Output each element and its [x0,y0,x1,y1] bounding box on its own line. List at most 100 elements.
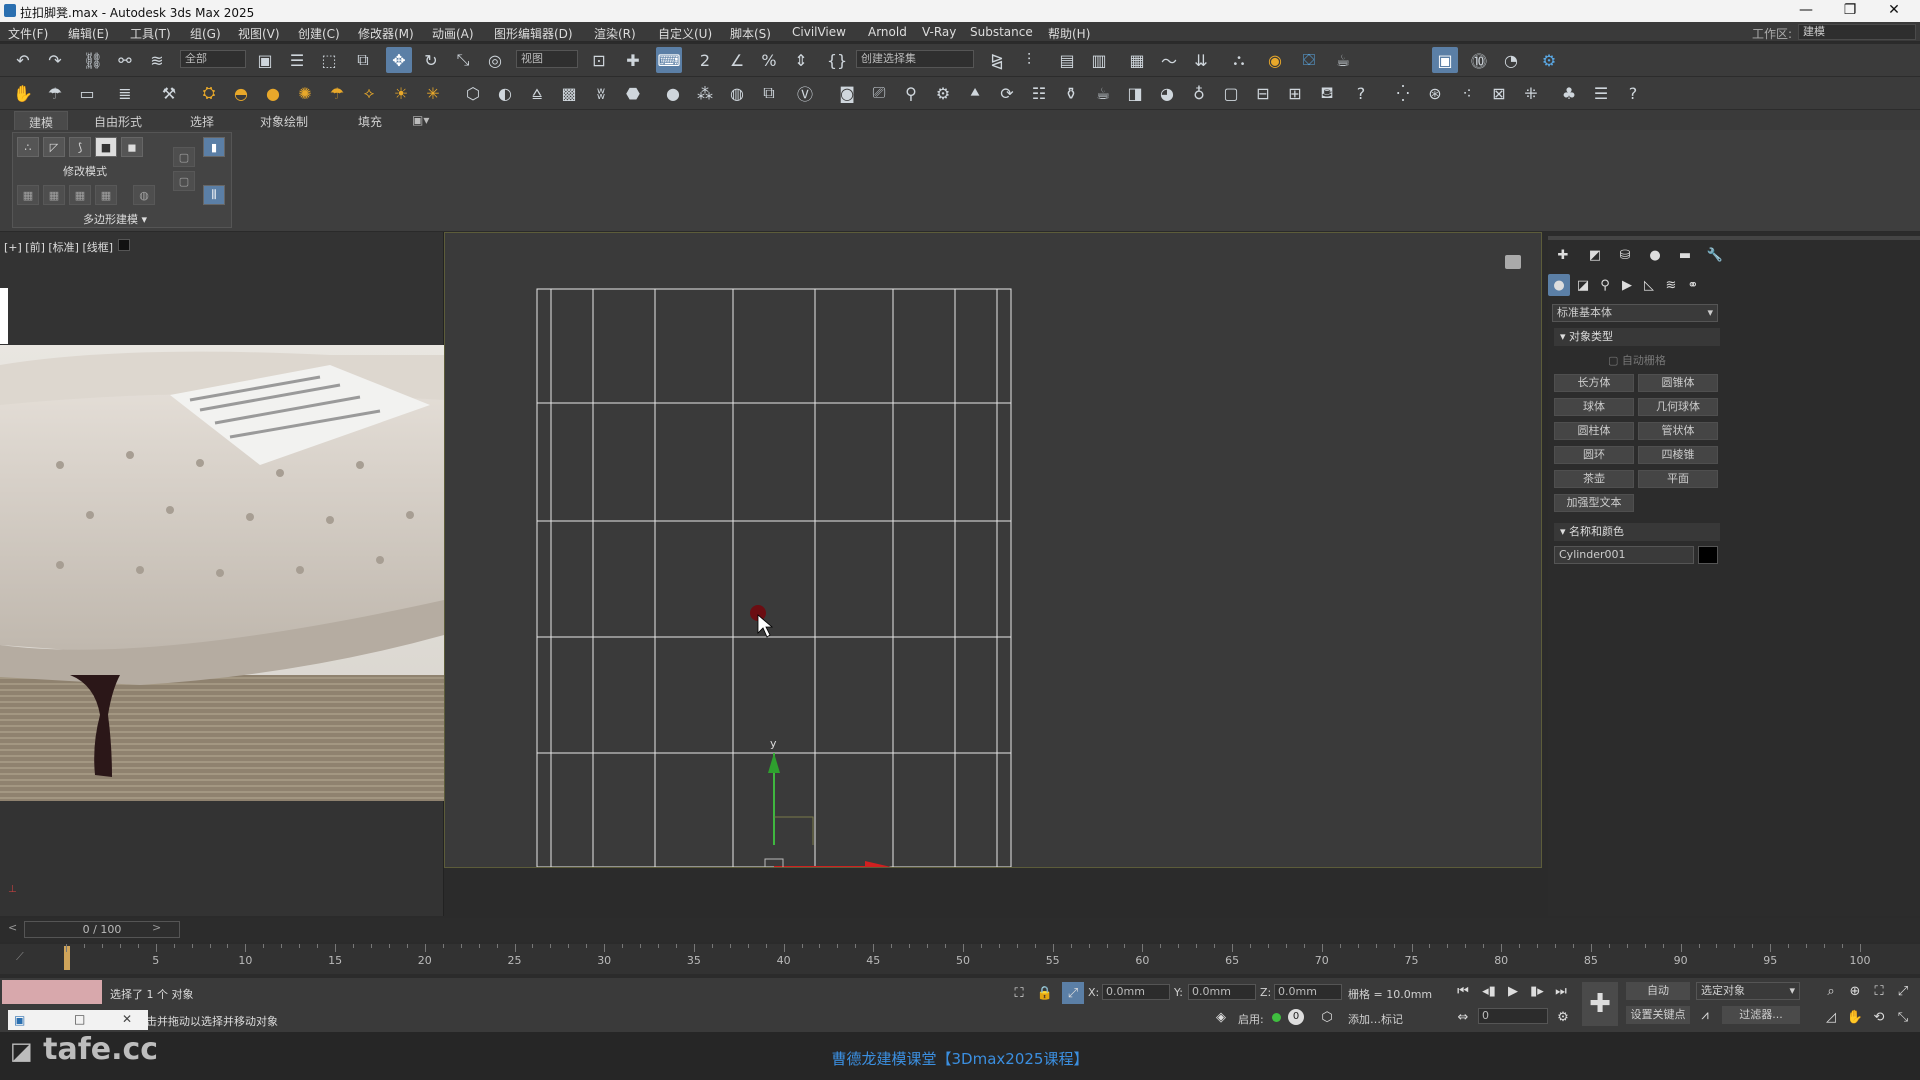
physical-camera-icon[interactable]: ⎚ [866,80,892,106]
fur-icon[interactable]: ʬ [588,80,614,106]
menu-modifiers[interactable]: 修改器(M) [358,25,414,42]
vray-icon[interactable]: ⚙ [1536,47,1562,73]
geosphere-button[interactable]: 几何球体 [1638,398,1718,416]
maximize-viewport-icon[interactable]: ⤡ [1892,1006,1914,1028]
ambient-light-icon[interactable]: ⟡ [356,80,382,106]
vertex-icon[interactable]: ∴ [17,137,39,157]
taskbar-preview[interactable]: ▣ □ ✕ [8,1010,148,1030]
ref-coord-select[interactable]: 视图 [516,50,578,68]
shapes-icon[interactable]: ◪ [1572,274,1594,296]
camera-icon[interactable]: ◙ [834,80,860,106]
rotate-icon[interactable]: ↻ [418,47,444,73]
element-icon[interactable]: ◼ [121,137,143,157]
autogrid-checkbox[interactable]: ▢ 自动栅格 [1608,352,1666,368]
play-icon[interactable]: ▶ [1502,980,1524,1002]
orbit-icon[interactable]: ⊛ [1422,80,1448,106]
gear-icon[interactable]: ⚙ [930,80,956,106]
bulb-icon[interactable]: ⚲ [898,80,924,106]
forest-icon[interactable]: ♣ [1556,80,1582,106]
curve-toggle-icon[interactable]: ⟋ [16,950,24,964]
zoom-icon[interactable]: ⌕ [1820,980,1842,1002]
keyboard-shortcut-icon[interactable]: ⌨ [656,47,682,73]
timer-icon[interactable]: ◔ [1498,47,1524,73]
zero-toggle-icon[interactable]: 0 [1288,1009,1304,1025]
collapse-icon[interactable]: ▦ [43,185,65,205]
key-filter-select[interactable]: 选定对象 ▾ [1696,982,1800,1000]
tag-icon[interactable]: ⬡ [1316,1006,1338,1028]
detach-icon[interactable]: ▦ [69,185,91,205]
tool-icon[interactable]: ⚒ [156,80,182,106]
sky-icon[interactable]: ✳ [420,80,446,106]
gizmo-plane-handle[interactable] [764,858,784,878]
attach-icon[interactable]: ▦ [95,185,117,205]
menu-tools[interactable]: 工具(T) [130,25,171,42]
go-start-icon[interactable]: ⏮ [1452,980,1474,1002]
maxscript-listener[interactable] [2,980,102,1004]
scale-icon[interactable]: ⤡ [450,47,476,73]
key-tangent-icon[interactable]: ⩘ [1694,1004,1716,1026]
orbit-view-icon[interactable]: ⟲ [1868,1006,1890,1028]
window-crossing-icon[interactable]: ⧉ [350,47,376,73]
ribbon-options-icon[interactable]: ▣▾ [412,113,429,127]
explode-icon[interactable]: ⊠ [1486,80,1512,106]
tree-icon[interactable]: ⯅ [962,80,988,106]
pivot-icon[interactable]: ⊡ [586,47,612,73]
select-by-name-icon[interactable]: ☰ [284,47,310,73]
object-name-input[interactable]: Cylinder001 [1554,546,1694,564]
current-frame-input[interactable]: 0 [1478,1008,1548,1024]
ribbon-toggle-icon[interactable]: ▦ [1124,47,1150,73]
utilities-tab-icon[interactable]: 🔧 [1704,244,1726,266]
isolate-icon[interactable]: ⛶ [1008,982,1030,1004]
border-icon[interactable]: ⟆ [69,137,91,157]
selection-filter-select[interactable]: 全部 [180,50,246,68]
unlink-icon[interactable]: ⚯ [112,47,138,73]
go-end-icon[interactable]: ⏭ [1550,980,1572,1002]
filters-button[interactable]: 过滤器... [1722,1006,1800,1024]
link-icon[interactable]: ⛓ [80,47,106,73]
lock-icon[interactable]: 🔒 [1034,982,1056,1004]
teapot-icon[interactable]: ☕ [1090,80,1116,106]
poly-modeling-dropdown[interactable]: 多边形建模 ▾ [83,211,147,227]
time-config-icon[interactable]: ⚙ [1552,1006,1574,1028]
group-icon[interactable]: ⁖ [1454,80,1480,106]
key-mode-icon[interactable]: ⇔ [1452,1006,1474,1028]
menu-animation[interactable]: 动画(A) [432,25,474,42]
box-icon[interactable]: ▭ [74,80,100,106]
enable-indicator[interactable] [1272,1013,1281,1022]
bind-spacewarp-icon[interactable]: ≋ [144,47,170,73]
pan-icon[interactable]: ✋ [1844,1006,1866,1028]
v-logo-icon[interactable]: Ⓥ [792,80,818,106]
mirror-icon[interactable]: ⧎ [984,47,1010,73]
name-color-rollout[interactable]: ▾ 名称和颜色 [1554,523,1720,541]
lights-icon[interactable]: ⚲ [1594,274,1616,296]
minimize-button[interactable]: — [1786,2,1826,18]
menu-vray[interactable]: V-Ray [922,25,956,39]
absolute-mode-icon[interactable]: ⤢ [1062,982,1084,1004]
display-tab-icon[interactable]: ▬ [1674,244,1696,266]
layer-list-icon[interactable]: ≣ [112,80,138,106]
render-frame-icon[interactable]: ☕ [1330,47,1356,73]
counter-icon[interactable]: ⓾ [1466,47,1492,73]
zoom-all-icon[interactable]: ⊕ [1844,980,1866,1002]
modify-tab-icon[interactable]: ◩ [1584,244,1606,266]
tab-object-paint[interactable]: 对象绘制 [260,113,308,130]
fov-icon[interactable]: ◿ [1820,1006,1842,1028]
close-button[interactable]: ✕ [1874,2,1914,18]
named-selection-select[interactable]: 创建选择集 [856,50,974,68]
next-frame-icon[interactable]: ▮▸ [1526,980,1548,1002]
stack-icon[interactable]: ⫼ [203,185,225,205]
align-icon[interactable]: ⫶ [1016,47,1042,73]
tube-button[interactable]: 管状体 [1638,422,1718,440]
list-icon[interactable]: ☷ [1026,80,1052,106]
multi-material-icon[interactable]: ⁂ [692,80,718,106]
copy-icon[interactable]: ▢ [173,147,195,167]
tab-selection[interactable]: 选择 [190,113,214,130]
grid-icon[interactable]: ⊞ [1282,80,1308,106]
teapot2-icon[interactable]: ⛾ [1314,80,1340,106]
scatter-icon[interactable]: ⁛ [1390,80,1416,106]
cylinder-button[interactable]: 圆柱体 [1554,422,1634,440]
palette-icon[interactable]: ◕ [1154,80,1180,106]
help-icon[interactable]: ? [1348,80,1374,106]
sphere-button[interactable]: 球体 [1554,398,1634,416]
percent-snap-icon[interactable]: % [756,47,782,73]
